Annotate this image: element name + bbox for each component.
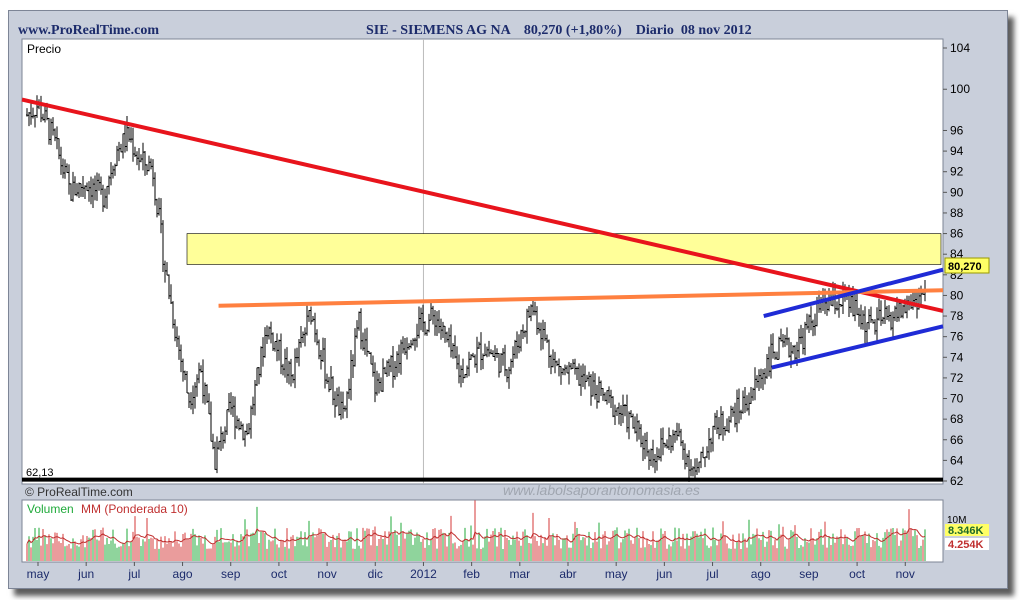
y-tick-label: 72 — [950, 371, 964, 385]
x-tick-label: oct — [849, 567, 866, 581]
volume-mm-label: MM (Ponderada 10) — [81, 502, 188, 516]
x-tick-label: mar — [509, 567, 530, 581]
volume-panel-label: Volumen MM (Ponderada 10) — [27, 502, 188, 516]
y-tick-label: 64 — [950, 453, 964, 467]
copyright-label: © ProRealTime.com — [25, 485, 133, 499]
x-tick-label: jul — [706, 567, 719, 581]
x-tick-label: ago — [751, 567, 771, 581]
x-tick-label: 2012 — [410, 567, 437, 581]
x-tick-label: jun — [77, 567, 94, 581]
resistance-zone — [186, 233, 942, 265]
y-tick-label: 62 — [950, 474, 964, 488]
y-tick-label: 100 — [950, 82, 970, 96]
y-tick-label: 80 — [950, 288, 964, 302]
watermark-text: www.labolsaporantonomasia.es — [503, 482, 700, 498]
x-tick-label: sep — [221, 567, 241, 581]
support-level-label: 62,13 — [26, 467, 54, 479]
last-price-label: 80,270 — [948, 261, 982, 273]
mm-value-label: 4.254K — [948, 539, 984, 551]
x-tick-label: dic — [368, 567, 383, 581]
x-tick-label: abr — [559, 567, 576, 581]
y-tick-label: 86 — [950, 227, 964, 241]
y-tick-label: 76 — [950, 330, 964, 344]
price-panel-label: Precio — [27, 42, 61, 56]
y-tick-label: 88 — [950, 206, 964, 220]
x-tick-label: feb — [463, 567, 480, 581]
y-tick-label: 66 — [950, 433, 964, 447]
x-tick-label: jul — [127, 567, 140, 581]
y-tick-label: 96 — [950, 123, 964, 137]
x-tick-label: sep — [799, 567, 819, 581]
x-tick-label: ago — [173, 567, 193, 581]
price-chart[interactable]: 1041009694929088868482807876747270686664… — [0, 0, 1020, 600]
volume-label: Volumen — [27, 502, 74, 516]
y-tick-label: 74 — [950, 350, 964, 364]
time-axis: may jun jul ago sep oct nov dic 2012 feb mar abr may… — [27, 562, 915, 581]
y-tick-label: 104 — [950, 41, 970, 55]
volume-value-label: 8.346K — [948, 525, 984, 537]
x-tick-label: nov — [896, 567, 915, 581]
x-tick-label: oct — [271, 567, 288, 581]
y-tick-label: 78 — [950, 309, 964, 323]
y-tick-label: 68 — [950, 412, 964, 426]
y-tick-label: 94 — [950, 144, 964, 158]
y-tick-label: 70 — [950, 392, 964, 406]
chart-frame: www.ProRealTime.com SIE - SIEMENS AG NA … — [0, 0, 1020, 600]
x-tick-label: nov — [317, 567, 336, 581]
y-tick-label: 90 — [950, 185, 964, 199]
x-tick-label: may — [605, 567, 628, 581]
resistance-zone-box — [186, 233, 942, 265]
x-tick-label: may — [27, 567, 50, 581]
x-tick-label: jun — [655, 567, 672, 581]
y-tick-label: 92 — [950, 165, 964, 179]
